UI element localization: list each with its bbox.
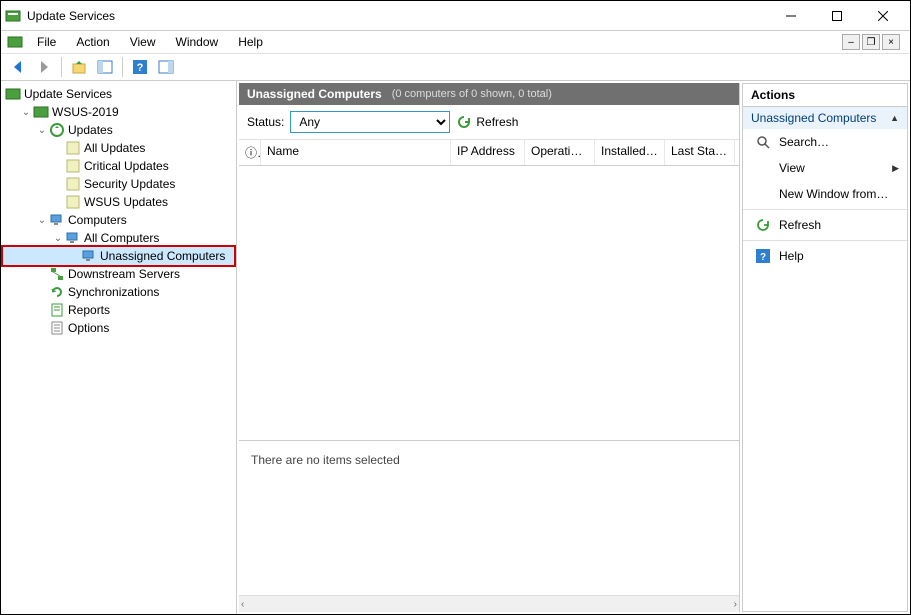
grid-body[interactable]: [239, 166, 739, 440]
close-button[interactable]: [860, 2, 906, 30]
action-search[interactable]: Search…: [743, 129, 907, 155]
action-refresh[interactable]: Refresh: [743, 212, 907, 238]
content-pane: Unassigned Computers (0 computers of 0 s…: [239, 83, 740, 612]
maximize-button[interactable]: [814, 2, 860, 30]
show-hide-actions-button[interactable]: [155, 56, 177, 78]
window-title: Update Services: [27, 9, 768, 23]
content-header: Unassigned Computers (0 computers of 0 s…: [239, 83, 739, 105]
sync-icon: [49, 284, 65, 300]
actions-group-header[interactable]: Unassigned Computers ▲: [743, 107, 907, 129]
update-item-icon: [65, 158, 81, 174]
update-item-icon: [65, 140, 81, 156]
server-icon: [5, 86, 21, 102]
tree-updates[interactable]: ⌄ Updates: [3, 121, 234, 139]
mdi-minimize-button[interactable]: –: [842, 34, 860, 50]
actions-pane: Actions Unassigned Computers ▲ Search… V…: [742, 83, 908, 612]
detail-empty-text: There are no items selected: [251, 453, 400, 467]
tree-reports[interactable]: Reports: [3, 301, 234, 319]
back-button[interactable]: [7, 56, 29, 78]
show-hide-tree-button[interactable]: [94, 56, 116, 78]
app-icon: [5, 8, 21, 24]
status-label: Status:: [247, 115, 284, 129]
server-icon: [33, 104, 49, 120]
tree-critical-updates[interactable]: Critical Updates: [3, 157, 234, 175]
computers-icon: [81, 248, 97, 264]
col-last-status[interactable]: Last Stat…: [665, 140, 735, 165]
update-item-icon: [65, 176, 81, 192]
collapse-icon[interactable]: ⌄: [35, 215, 49, 226]
horizontal-scrollbar[interactable]: ‹›: [239, 595, 739, 612]
menu-window[interactable]: Window: [168, 33, 227, 51]
minimize-button[interactable]: [768, 2, 814, 30]
filter-bar: Status: Any Refresh: [239, 105, 739, 140]
menu-file[interactable]: File: [29, 33, 64, 51]
title-bar: Update Services: [1, 1, 910, 31]
tree-all-computers[interactable]: ⌄ All Computers: [3, 229, 234, 247]
help-icon: ?: [755, 248, 771, 264]
action-help[interactable]: ? Help: [743, 243, 907, 269]
toolbar: ?: [1, 53, 910, 81]
update-item-icon: [65, 194, 81, 210]
svg-text:?: ?: [760, 252, 766, 263]
col-ip[interactable]: IP Address: [451, 140, 525, 165]
col-installed[interactable]: Installed…: [595, 140, 665, 165]
tree-server[interactable]: ⌄ WSUS-2019: [3, 103, 234, 121]
computers-icon: [65, 230, 81, 246]
tree-computers[interactable]: ⌄ Computers: [3, 211, 234, 229]
navigation-tree[interactable]: Update Services ⌄ WSUS-2019 ⌄ Updates Al…: [1, 81, 237, 614]
refresh-icon: [755, 217, 771, 233]
up-button[interactable]: [68, 56, 90, 78]
menu-view[interactable]: View: [122, 33, 164, 51]
tree-options[interactable]: Options: [3, 319, 234, 337]
content-subtitle: (0 computers of 0 shown, 0 total): [392, 88, 552, 100]
mdi-close-button[interactable]: ×: [882, 34, 900, 50]
action-new-window[interactable]: New Window from…: [743, 181, 907, 207]
mdi-restore-button[interactable]: ❐: [862, 34, 880, 50]
computers-icon: [49, 212, 65, 228]
mdi-icon: [7, 34, 25, 50]
search-icon: [755, 134, 771, 150]
tree-wsus-updates[interactable]: WSUS Updates: [3, 193, 234, 211]
col-os[interactable]: Operatin…: [525, 140, 595, 165]
menu-help[interactable]: Help: [230, 33, 271, 51]
reports-icon: [49, 302, 65, 318]
col-info[interactable]: ⓘ: [239, 140, 261, 165]
collapse-icon[interactable]: ⌄: [51, 233, 65, 244]
collapse-icon[interactable]: ⌄: [35, 125, 49, 136]
help-button[interactable]: ?: [129, 56, 151, 78]
tree-security-updates[interactable]: Security Updates: [3, 175, 234, 193]
action-view[interactable]: View ▶: [743, 155, 907, 181]
tree-unassigned-computers[interactable]: Unassigned Computers: [3, 247, 234, 265]
tree-all-updates[interactable]: All Updates: [3, 139, 234, 157]
svg-text:?: ?: [137, 62, 144, 74]
content-title: Unassigned Computers: [247, 87, 382, 101]
forward-button[interactable]: [33, 56, 55, 78]
collapse-icon[interactable]: ⌄: [19, 107, 33, 118]
status-select[interactable]: Any: [290, 111, 450, 133]
actions-title: Actions: [742, 83, 908, 106]
tree-downstream-servers[interactable]: Downstream Servers: [3, 265, 234, 283]
menu-bar: File Action View Window Help – ❐ ×: [1, 31, 910, 53]
tree-synchronizations[interactable]: Synchronizations: [3, 283, 234, 301]
col-name[interactable]: Name: [261, 140, 451, 165]
submenu-icon: ▶: [892, 163, 899, 174]
collapse-icon: ▲: [890, 113, 899, 123]
downstream-icon: [49, 266, 65, 282]
detail-pane: There are no items selected: [239, 440, 739, 595]
tree-root[interactable]: Update Services: [3, 85, 234, 103]
refresh-icon: [456, 114, 472, 130]
menu-action[interactable]: Action: [68, 33, 117, 51]
refresh-button[interactable]: Refresh: [456, 114, 518, 130]
options-icon: [49, 320, 65, 336]
grid-header: ⓘ Name IP Address Operatin… Installed… L…: [239, 140, 739, 166]
updates-icon: [49, 122, 65, 138]
